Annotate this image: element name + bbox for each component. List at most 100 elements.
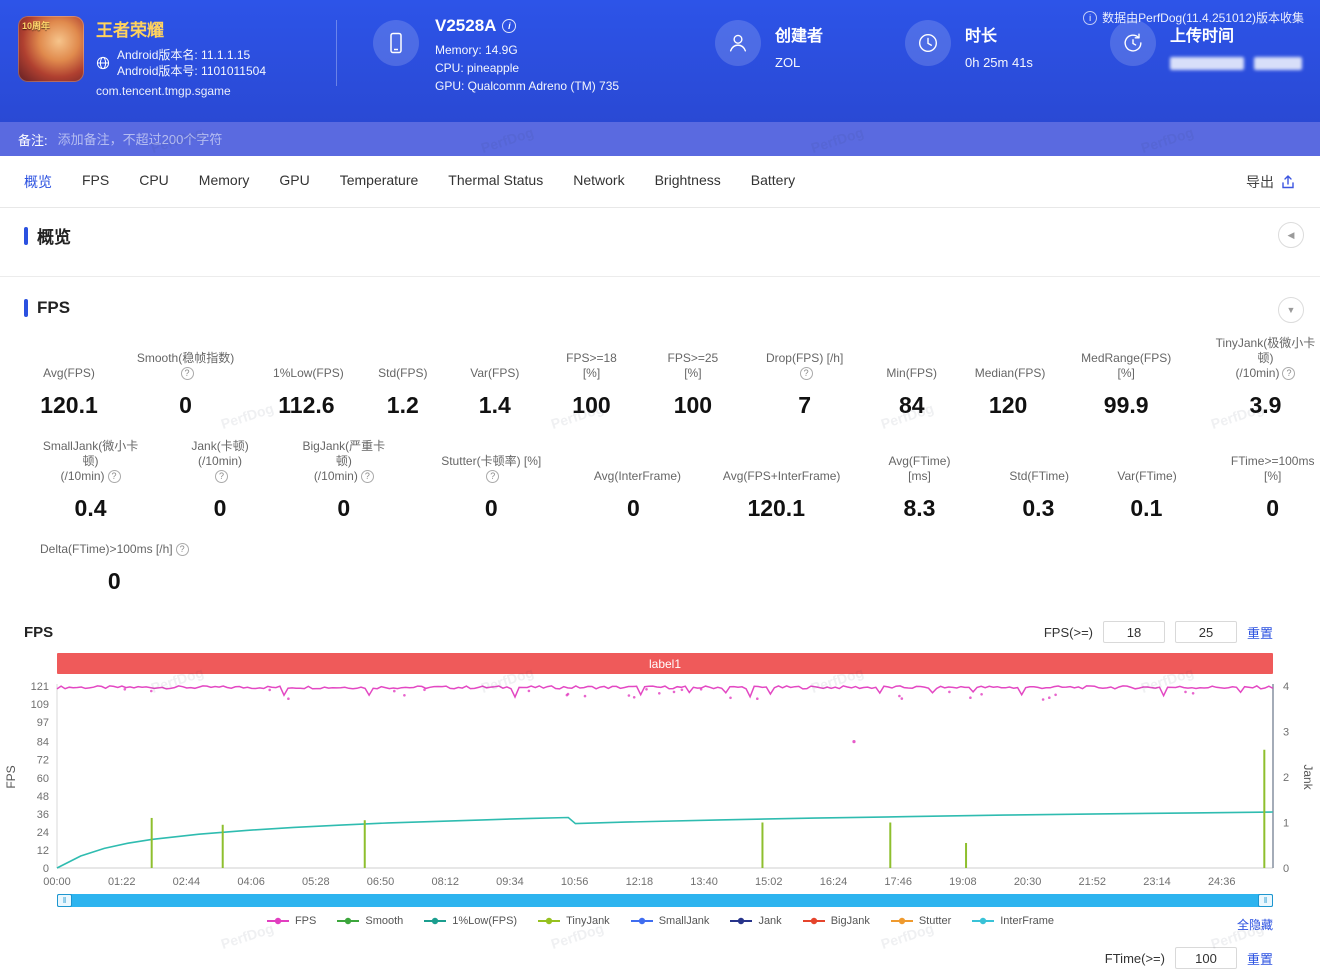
svg-text:20:30: 20:30 (1014, 876, 1042, 888)
scrollbar-left-handle[interactable]: ‖ (57, 894, 72, 907)
metric-value: 3.9 (1249, 392, 1282, 418)
metric-value: 120 (988, 392, 1028, 418)
fps-threshold-input-1[interactable] (1102, 621, 1165, 643)
export-icon (1282, 174, 1294, 188)
metric: Jank(卡顿) (/10min)? 0 (191, 439, 249, 521)
ftime-reset-button[interactable]: 重置 (1247, 949, 1273, 968)
svg-text:17:46: 17:46 (884, 876, 912, 888)
legend-item-interframe[interactable]: InterFrame (971, 915, 1054, 927)
section-fps: FPS ▼ Avg(FPS) 120.1 Smooth(稳帧指数)? 0 1%Low(F… (0, 277, 1320, 969)
fps-threshold-input-2[interactable] (1174, 621, 1237, 643)
metric-value: 0 (179, 392, 192, 418)
legend-item-tinyjank[interactable]: TinyJank (537, 915, 610, 927)
game-icon: 10周年 (18, 16, 84, 82)
device-name: V2528A (435, 16, 497, 35)
tab-fps[interactable]: FPS (82, 172, 109, 192)
svg-text:0: 0 (1283, 863, 1289, 875)
metric-value: 100 (673, 392, 713, 418)
metric-value: 1.4 (478, 392, 511, 418)
ftime-threshold-label: FTime(>=) (1104, 950, 1165, 966)
help-icon[interactable]: ? (486, 470, 500, 483)
svg-text:97: 97 (37, 717, 49, 729)
svg-text:21:52: 21:52 (1079, 876, 1107, 888)
legend-marker (266, 917, 289, 925)
svg-text:0: 0 (43, 863, 49, 875)
creator-value: ZOL (775, 55, 801, 70)
tab-thermal-status[interactable]: Thermal Status (448, 172, 543, 192)
svg-text:10:56: 10:56 (561, 876, 589, 888)
collapse-overview-button[interactable]: ◀ (1278, 222, 1304, 248)
section-overview: 概览 ◀ (0, 208, 1320, 277)
help-icon[interactable]: ? (1282, 367, 1296, 380)
ftime-threshold-row: FTime(>=) 重置 (0, 947, 1273, 969)
legend-item-smooth[interactable]: Smooth (336, 915, 403, 927)
tab-brightness[interactable]: Brightness (655, 172, 721, 192)
metric: Stutter(卡顿率) [%]? 0 (439, 454, 544, 522)
collapse-fps-button[interactable]: ▼ (1278, 297, 1304, 323)
section-accent-bar (24, 226, 28, 245)
tab-概览[interactable]: 概览 (24, 172, 52, 192)
metric: Smooth(稳帧指数)? 0 (132, 351, 239, 419)
legend-item-smalljank[interactable]: SmallJank (630, 915, 709, 927)
metric-value: 0 (626, 495, 640, 521)
metric: SmallJank(微小卡顿) (/10min)? 0.4 (40, 439, 141, 522)
metric: FPS>=25 [%] 100 (659, 351, 726, 419)
ftime-threshold-input[interactable] (1174, 947, 1237, 969)
chart-scrollbar[interactable]: ‖ ‖ (57, 894, 1273, 907)
tab-cpu[interactable]: CPU (139, 172, 169, 192)
metric-value: 112.6 (278, 392, 335, 418)
legend-marker (802, 917, 825, 925)
legend-marker (424, 917, 447, 925)
game-icon-badge: 10周年 (22, 21, 51, 31)
legend-marker (972, 917, 995, 925)
reset-button[interactable]: 重置 (1247, 623, 1273, 642)
metric: Delta(FTime)>100ms [/h]? 0 (40, 542, 189, 595)
tab-bar: 概览 FPS CPU Memory GPU Temperature Thermal Stat… (0, 156, 1320, 208)
svg-text:05:28: 05:28 (302, 876, 330, 888)
metric: TinyJank(极微小卡顿) (/10min)? 3.9 (1211, 336, 1320, 419)
legend-item-stutter[interactable]: Stutter (890, 915, 951, 927)
note-input[interactable] (55, 130, 576, 148)
fps-chart-plot[interactable]: 0 12 24 36 48 60 72 84 97 109 121 0 1 2 3 4 00:00 01:22 02… (0, 678, 1320, 890)
metric: Std(FTime) 0.3 (1009, 469, 1069, 521)
scrollbar-right-handle[interactable]: ‖ (1258, 894, 1273, 907)
metric: 1%Low(FPS) 112.6 (273, 366, 344, 418)
metric-value: 0.3 (1022, 495, 1055, 521)
tab-network[interactable]: Network (573, 172, 624, 192)
hide-all-button[interactable]: 全隐藏 (1237, 916, 1273, 933)
svg-text:109: 109 (31, 699, 49, 711)
legend-item-bigjank[interactable]: BigJank (802, 915, 870, 927)
legend-marker (730, 917, 753, 925)
device-info-icon[interactable]: i (502, 19, 517, 33)
svg-text:Jank: Jank (1301, 764, 1315, 790)
svg-text:84: 84 (37, 737, 49, 749)
metric: BigJank(严重卡顿) (/10min)? 0 (299, 439, 389, 522)
fps-metrics-grid: Avg(FPS) 120.1 Smooth(稳帧指数)? 0 1%Low(FPS) 112… (0, 330, 1320, 595)
legend-item-1-low-fps-[interactable]: 1%Low(FPS) (423, 915, 517, 927)
legend-item-fps[interactable]: FPS (266, 915, 316, 927)
tab-memory[interactable]: Memory (199, 172, 250, 192)
metric-value: 99.9 (1103, 392, 1149, 418)
upload-time-icon (1110, 20, 1156, 66)
help-icon[interactable]: ? (107, 470, 121, 483)
legend-item-jank[interactable]: Jank (729, 915, 782, 927)
tab-temperature[interactable]: Temperature (340, 172, 419, 192)
tab-gpu[interactable]: GPU (279, 172, 309, 192)
svg-text:09:34: 09:34 (496, 876, 524, 888)
help-icon[interactable]: ? (360, 470, 374, 483)
header-divider (336, 20, 337, 86)
export-button[interactable]: 导出 (1246, 172, 1296, 192)
tab-battery[interactable]: Battery (751, 172, 795, 192)
metric: FTime>=100ms [%] 0 (1225, 454, 1320, 522)
help-icon[interactable]: ? (799, 367, 813, 380)
help-icon[interactable]: ? (180, 367, 194, 380)
fps-threshold-label: FPS(>=) (1043, 624, 1093, 640)
svg-text:1: 1 (1283, 818, 1289, 830)
help-icon[interactable]: ? (215, 470, 229, 483)
fps-chart-title: FPS (24, 623, 54, 641)
legend-marker (337, 917, 360, 925)
help-icon[interactable]: ? (175, 543, 189, 556)
metric-value: 0 (337, 495, 351, 521)
device-block: V2528A i Memory: 14.9G CPU: pineapple GP… (373, 16, 675, 95)
metric-value: 120.1 (40, 392, 98, 418)
